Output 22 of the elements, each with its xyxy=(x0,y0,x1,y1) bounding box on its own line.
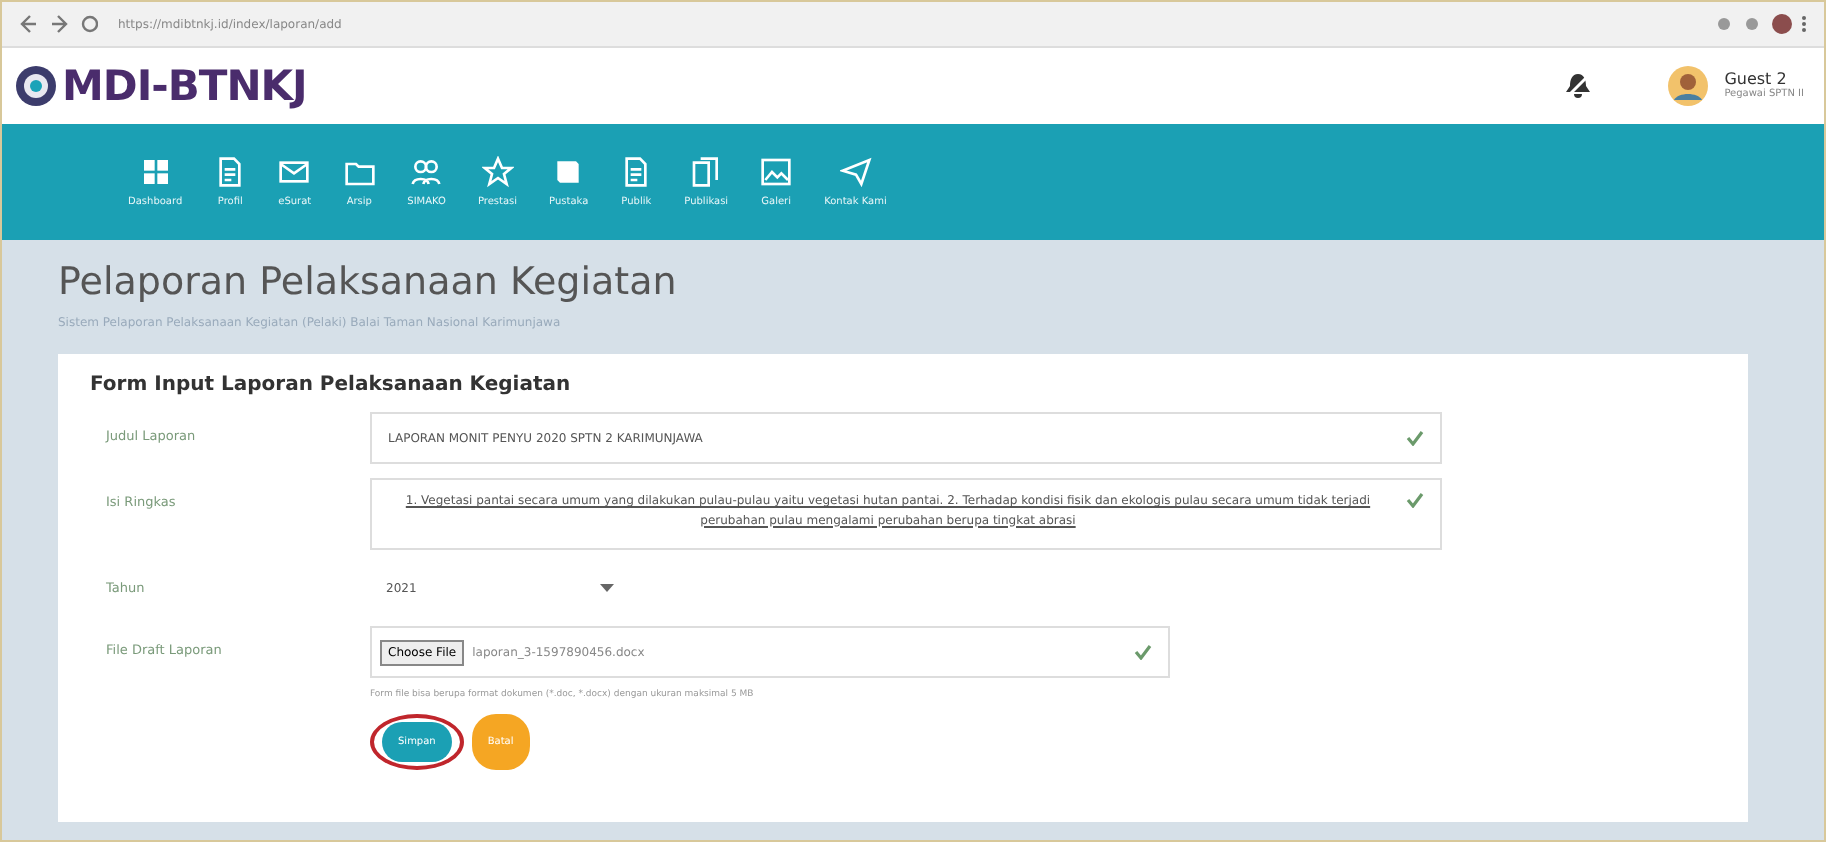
browser-nav-icon[interactable] xyxy=(18,14,98,34)
browser-menu-icon[interactable] xyxy=(1716,12,1808,36)
notification-icon[interactable] xyxy=(1564,72,1593,100)
page-title: Pelaporan Pelaksanaan Kegiatan xyxy=(58,260,679,304)
documents-icon xyxy=(690,156,723,188)
checkmark-icon xyxy=(1406,492,1424,508)
grid-icon xyxy=(139,156,172,188)
checkmark-icon xyxy=(1406,430,1424,446)
people-icon xyxy=(410,156,443,188)
star-icon xyxy=(481,156,514,188)
document-icon xyxy=(620,156,653,188)
checkmark-icon xyxy=(1134,644,1152,660)
image-icon xyxy=(760,156,793,188)
envelope-icon xyxy=(278,156,311,188)
logo[interactable]: MDI-BTNKJ xyxy=(62,62,307,110)
user-name: Guest 2 xyxy=(1724,71,1789,88)
caret-icon xyxy=(600,584,614,592)
logo-icon xyxy=(14,64,58,108)
avatar-icon[interactable] xyxy=(1668,66,1709,106)
paper-plane-icon xyxy=(839,156,872,188)
form-title: Form Input Laporan Pelaksanaan Kegiatan xyxy=(90,374,573,396)
document-icon xyxy=(214,156,247,188)
